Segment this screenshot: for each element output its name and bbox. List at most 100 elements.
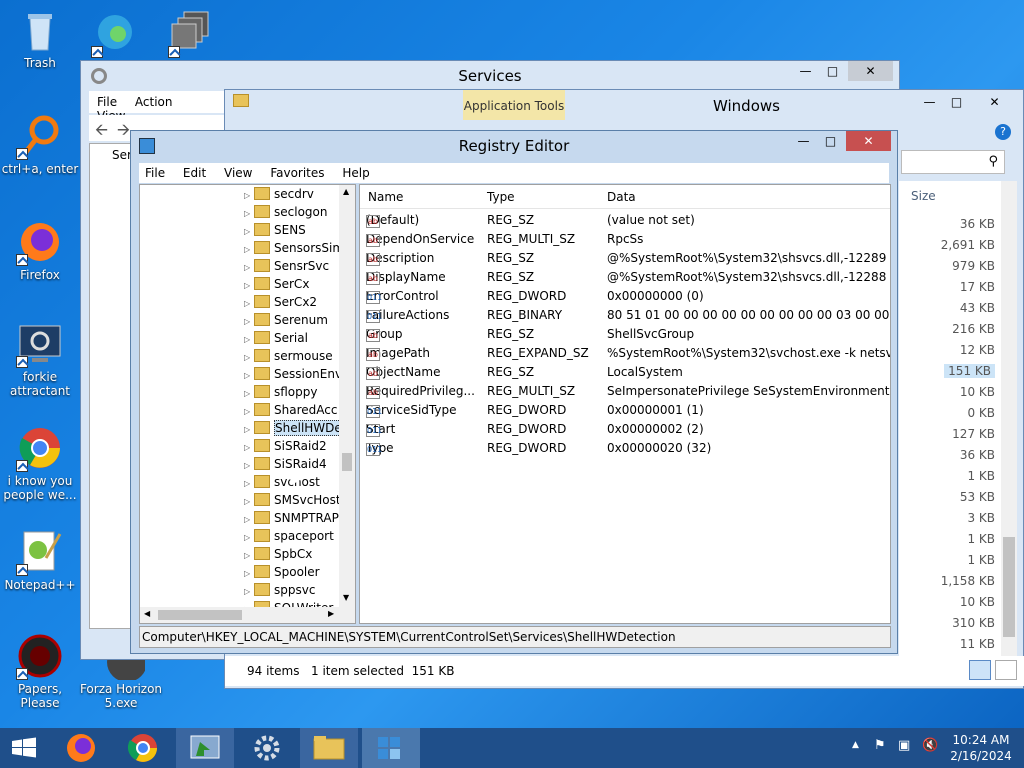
value-row[interactable]: ab Description REG_SZ @%SystemRoot%\System3… (360, 249, 890, 268)
scrollbar-thumb[interactable] (1003, 537, 1015, 637)
name-column-header[interactable]: Name (368, 190, 403, 204)
scroll-up-icon[interactable]: ▲ (343, 187, 349, 196)
expand-arrow-icon[interactable]: ▷ (244, 497, 254, 506)
tree-key[interactable]: ▷ SMSvcHost (244, 493, 341, 511)
registry-values-list[interactable]: Name Type Data ab (Default) REG_SZ (value n… (359, 184, 891, 624)
forward-icon[interactable]: 🡪 (117, 119, 130, 146)
expand-arrow-icon[interactable]: ▷ (244, 407, 254, 416)
value-row[interactable]: ab ImagePath REG_EXPAND_SZ %SystemRoot%\Sys… (360, 344, 890, 363)
regedit-maximize-button[interactable]: □ (817, 131, 844, 151)
tree-key[interactable]: ▷ SENS (244, 223, 306, 241)
back-icon[interactable]: 🡨 (95, 119, 108, 146)
regedit-titlebar[interactable]: Registry Editor — □ ✕ (131, 131, 897, 161)
desktop-icon-papers-please[interactable]: Papers, Please (0, 632, 80, 710)
taskbar-firefox[interactable] (52, 728, 110, 768)
value-row[interactable]: ab DependOnService REG_MULTI_SZ RpcSs (360, 230, 890, 249)
tree-key[interactable]: ▷ SerCx2 (244, 295, 317, 313)
network-icon[interactable]: ▣ (898, 738, 910, 753)
explorer-help-icon[interactable]: ? (995, 124, 1011, 140)
clock[interactable]: 10:24 AM 2/16/2024 (946, 728, 1016, 768)
action-center-flag-icon[interactable]: ⚑ (874, 738, 886, 753)
services-maximize-button[interactable]: □ (819, 61, 846, 81)
expand-arrow-icon[interactable]: ▷ (244, 317, 254, 326)
expand-arrow-icon[interactable]: ▷ (244, 479, 254, 488)
tree-key[interactable]: ▷ SessionEnv (244, 367, 342, 385)
tree-key[interactable]: ▷ spaceport (244, 529, 334, 547)
tree-key[interactable]: ▷ sfloppy (244, 385, 318, 403)
desktop-icon-notepadpp[interactable]: Notepad++ (0, 528, 80, 592)
explorer-minimize-button[interactable]: — (916, 92, 943, 112)
desktop-icon-trash[interactable]: Trash (0, 6, 80, 70)
explorer-ribbon-tab[interactable]: Application Tools (463, 90, 565, 120)
taskbar-server-manager[interactable] (176, 728, 234, 768)
tree-key[interactable]: ▷ sermouse (244, 349, 333, 367)
services-menu-file[interactable]: File (97, 95, 117, 109)
value-row[interactable]: 011 Type REG_DWORD 0x00000020 (32) (360, 439, 890, 458)
registry-key-tree[interactable]: ▷ secdrv ▷ seclogon ▷ SENS ▷ SensorsSim ▷ SensrSv… (139, 184, 356, 624)
taskbar-file-explorer[interactable] (300, 728, 358, 768)
volume-muted-icon[interactable]: 🔇 (922, 738, 938, 753)
regedit-menu-help[interactable]: Help (342, 166, 369, 180)
value-row[interactable]: 011 ServiceSidType REG_DWORD 0x00000001 (1) (360, 401, 890, 420)
explorer-close-button[interactable]: ✕ (972, 92, 1017, 112)
desktop-icon-ctrl-a[interactable]: ctrl+a, enter (0, 112, 80, 176)
desktop-icon-windows-shortcut[interactable] (152, 10, 232, 60)
registry-editor-window[interactable]: Registry Editor — □ ✕ File Edit View Fav… (130, 130, 898, 654)
services-menu-action[interactable]: Action (135, 95, 173, 109)
tree-key[interactable]: ▷ Serenum (244, 313, 328, 331)
tree-key[interactable]: ▷ SNMPTRAP (244, 511, 339, 529)
value-row[interactable]: 011 FailureActions REG_BINARY 80 51 01 00 0… (360, 306, 890, 325)
tree-key[interactable]: ▷ SpbCx (244, 547, 312, 565)
value-row[interactable]: 011 ErrorControl REG_DWORD 0x00000000 (0) (360, 287, 890, 306)
expand-arrow-icon[interactable]: ▷ (244, 461, 254, 470)
expand-arrow-icon[interactable]: ▷ (244, 425, 254, 434)
services-tree-item[interactable]: Ser (112, 148, 132, 162)
tiles-view-icon[interactable] (995, 660, 1017, 680)
tree-key[interactable]: ▷ svchost (244, 475, 320, 493)
regedit-menu-file[interactable]: File (145, 166, 165, 180)
tree-horizontal-scrollbar[interactable]: ◀ ▶ (140, 607, 355, 623)
expand-arrow-icon[interactable]: ▷ (244, 515, 254, 524)
details-view-icon[interactable] (969, 660, 991, 680)
expand-arrow-icon[interactable]: ▷ (244, 281, 254, 290)
size-column-header[interactable]: Size (911, 189, 936, 203)
expand-arrow-icon[interactable]: ▷ (244, 443, 254, 452)
expand-arrow-icon[interactable]: ▷ (244, 245, 254, 254)
expand-arrow-icon[interactable]: ▷ (244, 191, 254, 200)
desktop-icon-edge-shortcut[interactable] (75, 10, 155, 60)
value-row[interactable]: ab ObjectName REG_SZ LocalSystem (360, 363, 890, 382)
explorer-maximize-button[interactable]: □ (943, 92, 970, 112)
value-row[interactable]: ab Group REG_SZ ShellSvcGroup (360, 325, 890, 344)
show-hidden-icons-icon[interactable]: ▲ (852, 740, 859, 750)
expand-arrow-icon[interactable]: ▷ (244, 335, 254, 344)
tree-key[interactable]: ▷ secdrv (244, 187, 314, 205)
tree-key[interactable]: ▷ SensorsSim (244, 241, 344, 259)
scrollbar-thumb[interactable] (158, 610, 242, 620)
regedit-menu-view[interactable]: View (224, 166, 252, 180)
expand-arrow-icon[interactable]: ▷ (244, 569, 254, 578)
tree-key[interactable]: ▷ sppsvc (244, 583, 315, 601)
value-row[interactable]: 011 Start REG_DWORD 0x00000002 (2) (360, 420, 890, 439)
expand-arrow-icon[interactable]: ▷ (244, 299, 254, 308)
tree-key[interactable]: ▷ SharedAcc (244, 403, 337, 421)
tree-key[interactable]: ▷ Serial (244, 331, 308, 349)
taskbar-registry-editor[interactable] (362, 728, 420, 768)
tree-key[interactable]: ▷ SensrSvc (244, 259, 329, 277)
regedit-close-button[interactable]: ✕ (846, 131, 891, 151)
explorer-search-box[interactable]: ⚲ (901, 150, 1005, 174)
taskbar-services[interactable] (238, 728, 296, 768)
expand-arrow-icon[interactable]: ▷ (244, 533, 254, 542)
services-minimize-button[interactable]: — (792, 61, 819, 81)
tree-vertical-scrollbar[interactable]: ▲ ▼ (339, 185, 355, 607)
start-button[interactable] (0, 728, 48, 768)
expand-arrow-icon[interactable]: ▷ (244, 371, 254, 380)
tree-key[interactable]: ▷ SiSRaid2 (244, 439, 327, 457)
desktop-icon-chrome[interactable]: i know you people we... (0, 424, 80, 502)
regedit-minimize-button[interactable]: — (790, 131, 817, 151)
expand-arrow-icon[interactable]: ▷ (244, 587, 254, 596)
services-titlebar[interactable]: Services — □ ✕ (81, 61, 899, 91)
value-row[interactable]: ab RequiredPrivileg... REG_MULTI_SZ SeImper… (360, 382, 890, 401)
expand-arrow-icon[interactable]: ▷ (244, 227, 254, 236)
expand-arrow-icon[interactable]: ▷ (244, 209, 254, 218)
tree-key[interactable]: ▷ SerCx (244, 277, 309, 295)
